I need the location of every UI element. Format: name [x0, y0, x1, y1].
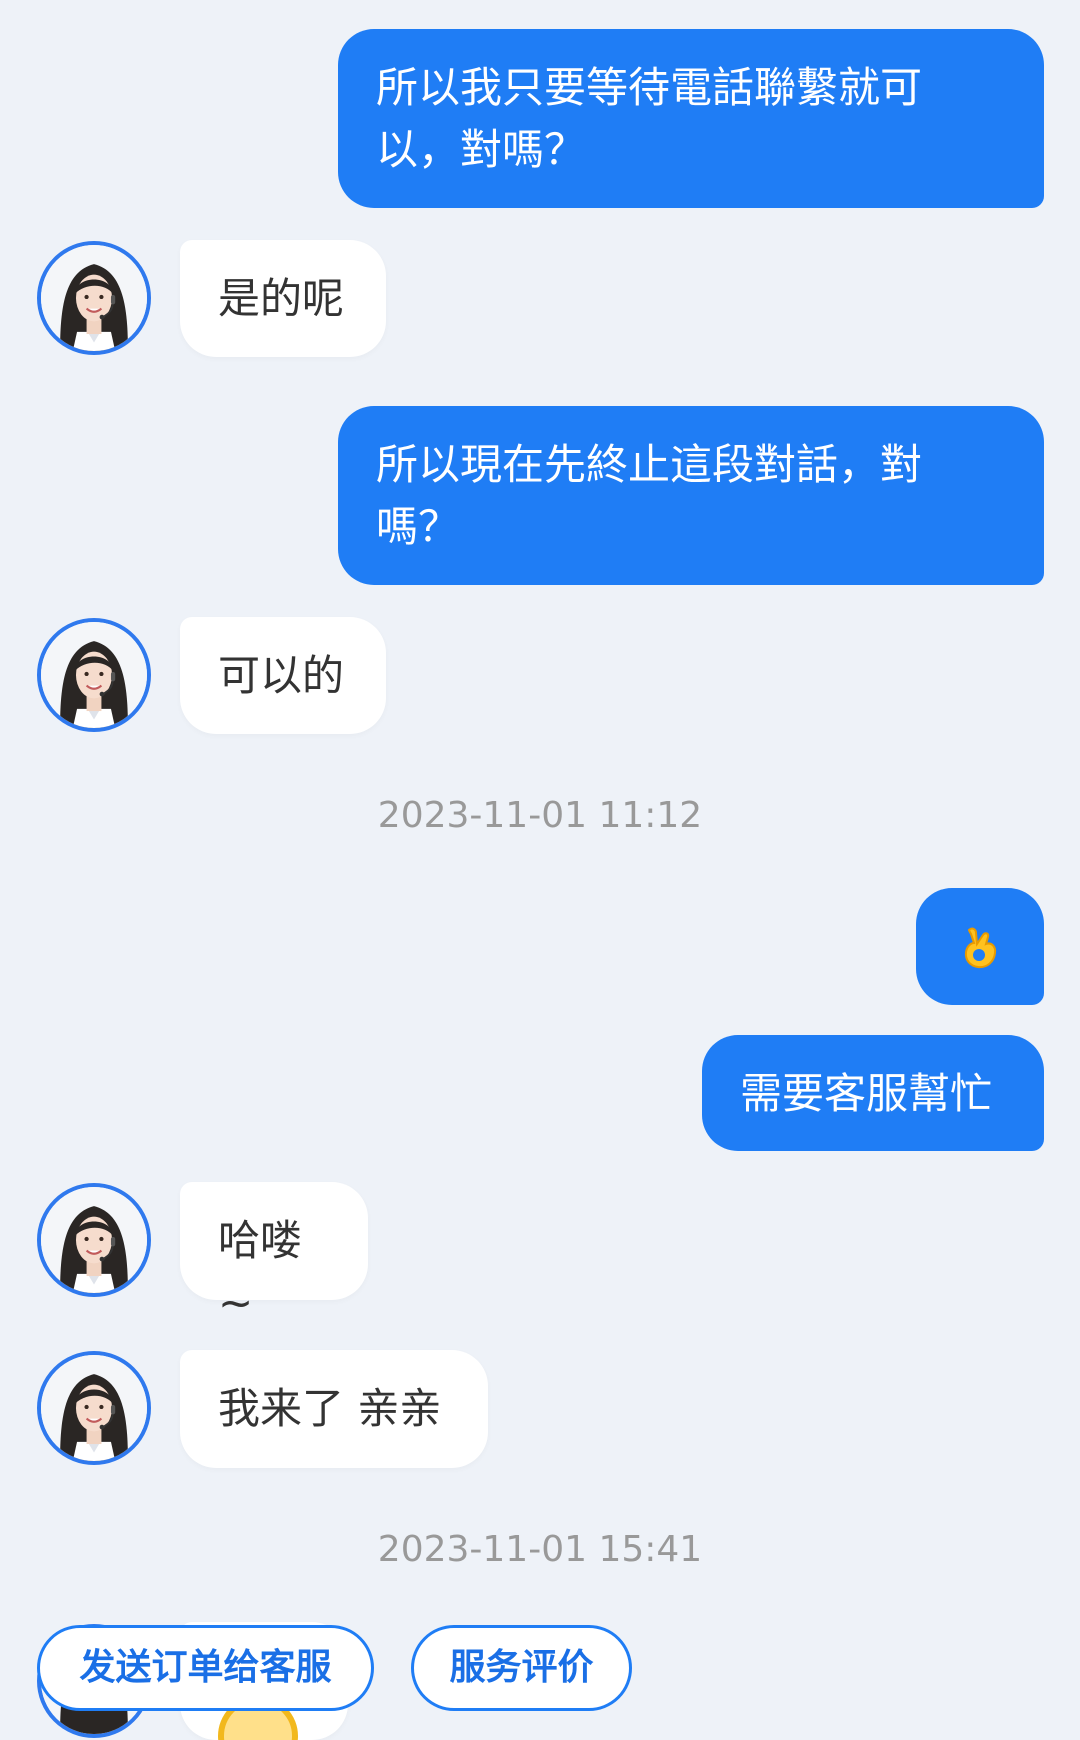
agent-avatar[interactable]: [37, 241, 151, 355]
incoming-message: 可以的: [180, 617, 386, 734]
outgoing-message: 所以我只要等待電話聯繫就可以，對嗎？: [338, 29, 1044, 208]
ok-hand-emoji-icon: [959, 924, 1001, 970]
message-text: 需要客服幫忙: [740, 1069, 993, 1118]
send-order-button[interactable]: 发送订单给客服: [37, 1625, 374, 1711]
message-text: 可以的: [218, 651, 345, 700]
incoming-message: 是的呢: [180, 240, 386, 357]
timestamp: 2023-11-01 15:41: [377, 1529, 703, 1570]
outgoing-message: [916, 888, 1044, 1005]
agent-avatar[interactable]: [37, 1183, 151, 1297]
message-text: 所以現在先終止這段對話，對嗎？: [376, 440, 923, 551]
message-text: 是的呢: [218, 274, 345, 323]
message-text: 哈喽~: [218, 1216, 303, 1327]
message-text: 所以我只要等待電話聯繫就可以，對嗎？: [376, 63, 923, 174]
incoming-message: 我来了 亲亲: [180, 1350, 488, 1468]
outgoing-message: 所以現在先終止這段對話，對嗎？: [338, 406, 1044, 585]
message-text: 我来了 亲亲: [218, 1384, 442, 1433]
timestamp: 2023-11-01 11:12: [377, 795, 703, 836]
service-rating-button[interactable]: 服务评价: [411, 1625, 632, 1711]
outgoing-message: 需要客服幫忙: [702, 1035, 1044, 1151]
agent-avatar[interactable]: [37, 1351, 151, 1465]
agent-avatar[interactable]: [37, 618, 151, 732]
incoming-message: 哈喽~: [180, 1182, 368, 1327]
